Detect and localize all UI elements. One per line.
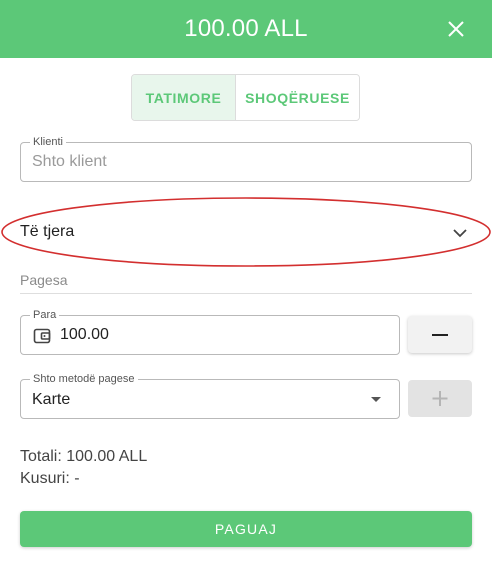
remove-payment-button[interactable] bbox=[408, 316, 472, 353]
minus-icon bbox=[432, 334, 448, 336]
cash-amount-label: Para bbox=[30, 308, 60, 322]
client-input[interactable] bbox=[32, 143, 460, 181]
chevron-down-icon bbox=[453, 229, 467, 238]
payment-method-value: Karte bbox=[32, 391, 71, 408]
section-divider bbox=[20, 293, 472, 294]
add-payment-button[interactable] bbox=[408, 380, 472, 417]
dialog-header: 100.00 ALL bbox=[0, 0, 492, 58]
payment-method-label: Shto metodë pagese bbox=[30, 372, 138, 386]
plus-icon bbox=[432, 391, 448, 406]
close-icon bbox=[448, 21, 464, 37]
dropdown-arrow-icon bbox=[371, 397, 381, 402]
total-text: Totali: 100.00 ALL bbox=[20, 448, 148, 465]
close-button[interactable] bbox=[446, 19, 466, 39]
total-amount-title: 100.00 ALL bbox=[184, 15, 308, 42]
tab-shoqeruese[interactable]: SHOQËRUESE bbox=[236, 75, 359, 120]
payment-method-select[interactable]: Shto metodë pagese Karte bbox=[20, 372, 400, 419]
cash-amount-input[interactable] bbox=[60, 316, 388, 354]
invoice-type-toggle: TATIMORE SHOQËRUESE bbox=[131, 74, 360, 121]
category-value: Të tjera bbox=[20, 223, 75, 240]
category-dropdown[interactable]: Të tjera bbox=[20, 220, 472, 246]
cash-amount-field: Para bbox=[20, 308, 400, 355]
change-text: Kusuri: - bbox=[20, 470, 80, 487]
wallet-icon bbox=[33, 328, 51, 344]
pay-button[interactable]: PAGUAJ bbox=[20, 511, 472, 547]
tab-tatimore[interactable]: TATIMORE bbox=[132, 75, 236, 120]
totals-summary: Totali: 100.00 ALL Kusuri: - bbox=[20, 446, 147, 490]
client-field: Klienti bbox=[20, 135, 472, 182]
payment-dialog: 100.00 ALL TATIMORE SHOQËRUESE Klienti T… bbox=[0, 0, 492, 561]
payment-section-label: Pagesa bbox=[20, 272, 68, 288]
